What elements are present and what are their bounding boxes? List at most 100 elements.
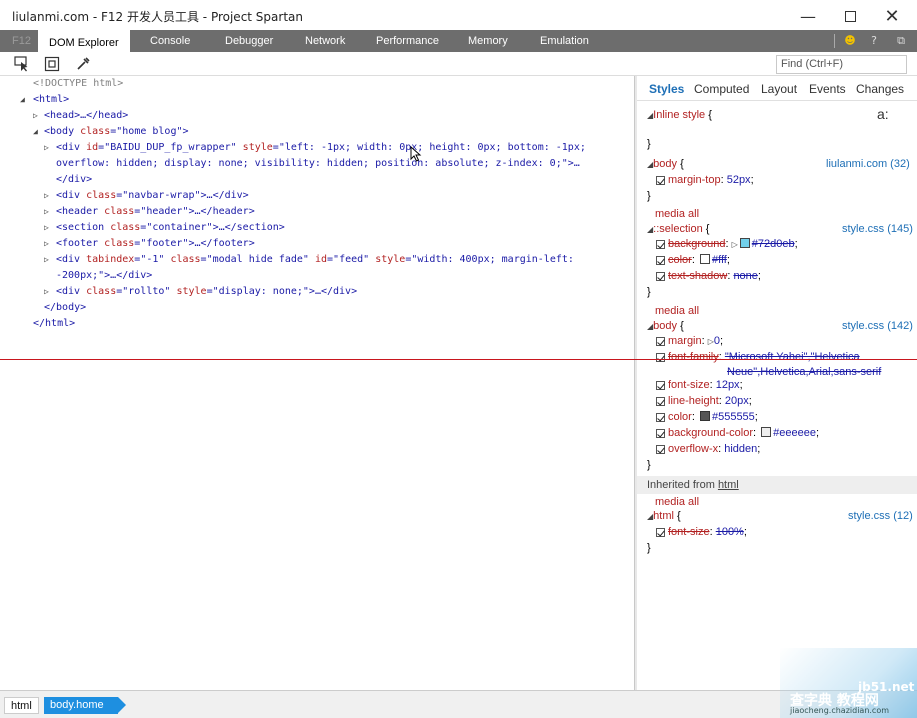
header-node[interactable]: <header class="header">…</header>: [56, 204, 255, 220]
property-checkbox[interactable]: [656, 240, 665, 249]
rule-source-link[interactable]: style.css (142): [842, 320, 913, 332]
property-row[interactable]: font-family: "Microsoft Yahei","Helvetic…: [668, 351, 860, 363]
rule-selection-selector[interactable]: ◢::selection {: [647, 223, 709, 235]
expand-arrow-icon[interactable]: ▷: [44, 236, 52, 252]
rule-body-selector[interactable]: ◢body {: [647, 158, 684, 170]
property-row[interactable]: text-shadow: none;: [668, 270, 761, 282]
property-row[interactable]: color: #fff;: [668, 254, 730, 266]
property-row[interactable]: background-color: #eeeeee;: [668, 427, 819, 439]
div-close-node[interactable]: </div>: [56, 172, 92, 188]
property-checkbox[interactable]: [656, 353, 665, 362]
tab-changes[interactable]: Changes: [856, 82, 904, 96]
tool-tab-bar: F12 DOM Explorer Console Debugger Networ…: [0, 30, 917, 52]
tab-dom-explorer[interactable]: DOM Explorer: [38, 30, 130, 52]
doctype-node[interactable]: <!DOCTYPE html>: [33, 76, 123, 92]
inherited-label: Inherited from html: [647, 479, 739, 491]
property-checkbox[interactable]: [656, 397, 665, 406]
property-row[interactable]: font-size: 100%;: [668, 526, 747, 538]
maximize-button[interactable]: [828, 4, 872, 28]
div-baidu-node[interactable]: <div id="BAIDU_DUP_fp_wrapper" style="le…: [56, 140, 586, 156]
tab-events[interactable]: Events: [809, 82, 846, 96]
attr-value: "navbar-wrap": [122, 190, 201, 201]
section-node[interactable]: <section class="container">…</section>: [56, 220, 285, 236]
property-name: font-size: [668, 379, 710, 391]
tab-styles[interactable]: Styles: [649, 82, 684, 96]
help-icon[interactable]: ?: [866, 33, 882, 49]
tab-computed[interactable]: Computed: [694, 82, 749, 96]
tag-text: >…</div>: [308, 286, 358, 297]
property-value: #555555: [711, 411, 755, 423]
undock-icon[interactable]: ⧉: [893, 33, 909, 49]
tab-emulation[interactable]: Emulation: [540, 30, 589, 52]
tab-console[interactable]: Console: [150, 30, 190, 52]
property-name: overflow-x: [668, 443, 719, 455]
property-checkbox[interactable]: [656, 272, 665, 281]
div-rollto-node[interactable]: <div class="rollto" style="display: none…: [56, 284, 357, 300]
property-checkbox[interactable]: [656, 176, 665, 185]
color-swatch[interactable]: [699, 254, 710, 264]
breadcrumb-html[interactable]: html: [4, 697, 39, 714]
property-checkbox[interactable]: [656, 528, 665, 537]
rule-body-selector[interactable]: ◢body {: [647, 320, 684, 332]
footer-node[interactable]: <footer class="footer">…</footer>: [56, 236, 255, 252]
head-node[interactable]: <head>…</head>: [44, 108, 128, 124]
expand-arrow-icon[interactable]: ▷: [44, 284, 52, 300]
property-checkbox[interactable]: [656, 381, 665, 390]
div-navbar-node[interactable]: <div class="navbar-wrap">…</div>: [56, 188, 249, 204]
inherited-element-link[interactable]: html: [718, 479, 739, 491]
color-swatch[interactable]: [699, 411, 710, 421]
rule-source-link[interactable]: liulanmi.com (32): [826, 158, 910, 170]
attr-value: "width: 400px; margin-left:: [411, 254, 574, 265]
tab-memory[interactable]: Memory: [468, 30, 508, 52]
tab-network[interactable]: Network: [305, 30, 345, 52]
expand-arrow-icon[interactable]: ▷: [44, 252, 52, 268]
property-checkbox[interactable]: [656, 429, 665, 438]
expand-arrow-icon[interactable]: ▷: [44, 220, 52, 236]
select-element-icon[interactable]: [14, 56, 30, 72]
property-row[interactable]: color: #555555;: [668, 411, 758, 423]
tab-layout[interactable]: Layout: [761, 82, 797, 96]
selector-text: body: [653, 320, 678, 332]
expand-arrow-icon[interactable]: ▷: [44, 204, 52, 220]
tab-debugger[interactable]: Debugger: [225, 30, 273, 52]
expand-arrow-icon[interactable]: ▷: [44, 188, 52, 204]
body-close-node[interactable]: </body>: [44, 300, 86, 316]
collapse-arrow-icon[interactable]: ◢: [33, 124, 41, 140]
property-row[interactable]: background: ▷ #72d0eb;: [668, 238, 798, 250]
rule-source-link[interactable]: style.css (12): [848, 510, 913, 522]
find-input[interactable]: Find (Ctrl+F): [776, 55, 907, 74]
rule-html-selector[interactable]: ◢html {: [647, 510, 681, 522]
html-close-node[interactable]: </html>: [33, 316, 75, 332]
brace: }: [647, 459, 651, 471]
property-row[interactable]: overflow-x: hidden;: [668, 443, 760, 455]
close-button[interactable]: ✕: [870, 4, 914, 28]
tab-performance[interactable]: Performance: [376, 30, 439, 52]
color-swatch[interactable]: [739, 238, 750, 248]
property-checkbox[interactable]: [656, 413, 665, 422]
smiley-icon[interactable]: ☻: [842, 33, 858, 49]
property-row[interactable]: margin: ▷0;: [668, 335, 723, 347]
property-checkbox[interactable]: [656, 256, 665, 265]
property-name: text-shadow: [668, 270, 728, 282]
brace: }: [647, 542, 651, 554]
collapse-arrow-icon[interactable]: ◢: [20, 92, 28, 108]
expand-arrow-icon[interactable]: ▷: [44, 140, 52, 156]
body-node[interactable]: <body class="home blog">: [44, 124, 189, 140]
expand-arrow-icon[interactable]: ▷: [33, 108, 41, 124]
minimize-button[interactable]: —: [786, 4, 830, 28]
font-button[interactable]: a:: [877, 106, 889, 122]
html-node[interactable]: <html>: [33, 92, 69, 108]
property-name: margin: [668, 335, 702, 347]
property-checkbox[interactable]: [656, 445, 665, 454]
inline-style-label[interactable]: ◢Inline style {: [647, 109, 712, 121]
highlight-box-icon[interactable]: [44, 56, 60, 72]
property-row[interactable]: line-height: 20px;: [668, 395, 752, 407]
color-swatch[interactable]: [761, 427, 772, 437]
property-row[interactable]: font-size: 12px;: [668, 379, 743, 391]
div-modal-node[interactable]: <div tabindex="-1" class="modal hide fad…: [56, 252, 574, 268]
breadcrumb-body[interactable]: body.home: [44, 697, 126, 714]
property-row[interactable]: margin-top: 52px;: [668, 174, 754, 186]
property-checkbox[interactable]: [656, 337, 665, 346]
color-picker-icon[interactable]: [75, 56, 91, 72]
rule-source-link[interactable]: style.css (145): [842, 223, 913, 235]
